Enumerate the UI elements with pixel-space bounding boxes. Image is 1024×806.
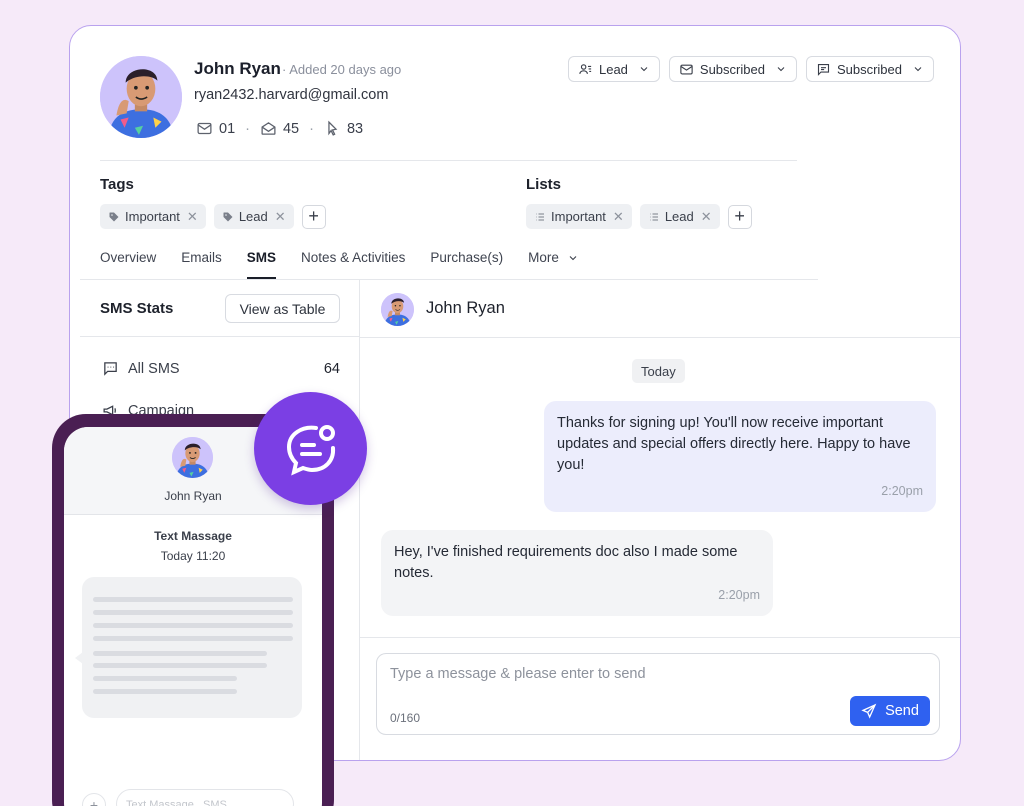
sms-subscription-label: Subscribed xyxy=(836,61,902,77)
add-list-button[interactable]: + xyxy=(727,204,752,229)
tab-more-label: More xyxy=(528,250,559,265)
mail-open-icon xyxy=(261,122,276,135)
divider xyxy=(360,637,960,638)
add-tag-button[interactable]: + xyxy=(301,204,326,229)
chevron-down-icon xyxy=(640,67,648,72)
placeholder-line xyxy=(93,676,237,681)
stat-item-all-sms[interactable]: All SMS 64 xyxy=(102,360,340,377)
lead-status-label: Lead xyxy=(598,61,628,77)
chat-contact-name: John Ryan xyxy=(426,299,505,317)
mail-icon xyxy=(680,64,693,74)
remove-list-icon[interactable]: ✕ xyxy=(613,209,624,225)
email-subscription-label: Subscribed xyxy=(699,61,765,77)
placeholder-line xyxy=(93,610,293,615)
tags-title: Tags xyxy=(100,176,134,193)
tag-chip[interactable]: Important ✕ xyxy=(100,204,206,229)
message-time: 2:20pm xyxy=(718,588,760,602)
remove-tag-icon[interactable]: ✕ xyxy=(187,209,198,225)
phone-message-bubble xyxy=(75,577,302,718)
phone-message-input[interactable]: Text Massage...SMS xyxy=(116,789,294,806)
placeholder-line xyxy=(93,651,267,656)
phone-message-time: Today 11:20 xyxy=(160,549,226,563)
placeholder-line xyxy=(93,623,293,628)
avatar xyxy=(100,56,182,138)
chevron-down-icon xyxy=(569,255,577,260)
tab-sms[interactable]: SMS xyxy=(246,250,277,279)
phone-avatar xyxy=(172,437,213,478)
placeholder-line xyxy=(93,689,237,694)
tab-purchases[interactable]: Purchase(s) xyxy=(430,250,503,279)
contact-stats: 01 · 45 · 83 xyxy=(196,120,363,137)
message-square-icon xyxy=(817,63,830,76)
divider xyxy=(80,279,818,280)
lists-row: Important ✕ Lead ✕ + xyxy=(526,204,752,229)
chat-badge xyxy=(254,392,367,505)
mail-icon xyxy=(197,122,212,135)
phone-add-button[interactable]: + xyxy=(82,793,106,806)
chat-bubble-icon xyxy=(286,425,336,476)
list-label: Lead xyxy=(664,209,694,224)
incoming-message: Hey, I've finished requirements doc also… xyxy=(381,530,773,616)
opens-count: 45 xyxy=(282,120,300,137)
added-date-text: Added 20 days ago xyxy=(289,62,402,77)
lists-title: Lists xyxy=(526,176,562,193)
tab-notes-activities[interactable]: Notes & Activities xyxy=(301,250,405,279)
tab-more[interactable]: More xyxy=(528,250,579,279)
list-chip[interactable]: Important ✕ xyxy=(526,204,632,229)
divider xyxy=(80,336,360,337)
added-date: · Added 20 days ago xyxy=(282,62,402,77)
message-time: 2:20pm xyxy=(881,484,923,498)
tab-bar: Overview Emails SMS Notes & Activities P… xyxy=(100,250,579,279)
remove-tag-icon[interactable]: ✕ xyxy=(275,209,286,225)
chevron-down-icon xyxy=(777,67,785,72)
tag-icon xyxy=(109,212,119,221)
cursor-icon xyxy=(328,120,338,136)
char-counter: 0/160 xyxy=(390,711,421,725)
divider xyxy=(360,337,960,338)
message-text: Thanks for signing up! You'll now receiv… xyxy=(557,415,911,473)
user-lines-icon xyxy=(579,63,592,74)
message-text: Hey, I've finished requirements doc also… xyxy=(394,544,738,581)
clicks-count: 83 xyxy=(346,120,364,137)
list-icon xyxy=(649,213,658,220)
chat-avatar xyxy=(381,293,414,326)
message-input[interactable]: Type a message & please enter to send xyxy=(390,666,646,682)
divider xyxy=(359,280,360,760)
message-composer[interactable]: Type a message & please enter to send 0/… xyxy=(376,653,940,735)
sms-stats-title: SMS Stats xyxy=(100,300,174,317)
message-square-icon xyxy=(104,362,117,376)
email-subscription-dropdown[interactable]: Subscribed xyxy=(668,56,797,82)
send-button[interactable]: Send xyxy=(850,696,930,726)
tab-emails[interactable]: Emails xyxy=(181,250,222,279)
placeholder-line xyxy=(93,636,293,641)
stat-count: 64 xyxy=(323,360,340,377)
emails-count: 01 xyxy=(219,120,236,137)
lead-status-dropdown[interactable]: Lead xyxy=(567,56,660,82)
stat-label: All SMS xyxy=(128,360,180,377)
sms-subscription-dropdown[interactable]: Subscribed xyxy=(805,56,934,82)
contact-email: ryan2432.harvard@gmail.com xyxy=(194,87,389,103)
tags-row: Important ✕ Lead ✕ + xyxy=(100,204,326,229)
remove-list-icon[interactable]: ✕ xyxy=(701,209,712,225)
list-icon xyxy=(536,213,544,220)
divider xyxy=(100,160,797,161)
view-as-table-button[interactable]: View as Table xyxy=(225,294,340,323)
tag-label: Important xyxy=(125,209,180,224)
outgoing-message: Thanks for signing up! You'll now receiv… xyxy=(544,401,936,512)
phone-message-title: Text Massage xyxy=(154,529,232,543)
header-actions: Lead Subscribed Subscribed xyxy=(567,56,934,82)
tab-overview[interactable]: Overview xyxy=(100,250,156,279)
tag-chip[interactable]: Lead ✕ xyxy=(213,204,294,229)
chevron-down-icon xyxy=(914,67,922,72)
contact-name: John Ryan xyxy=(194,59,281,78)
send-label: Send xyxy=(885,703,919,719)
list-chip[interactable]: Lead ✕ xyxy=(639,204,720,229)
send-icon xyxy=(861,703,877,719)
placeholder-line xyxy=(93,663,267,668)
list-label: Important xyxy=(551,209,606,224)
tag-icon xyxy=(223,212,233,221)
tag-label: Lead xyxy=(238,209,268,224)
date-separator: Today xyxy=(632,359,685,383)
placeholder-line xyxy=(93,597,293,602)
